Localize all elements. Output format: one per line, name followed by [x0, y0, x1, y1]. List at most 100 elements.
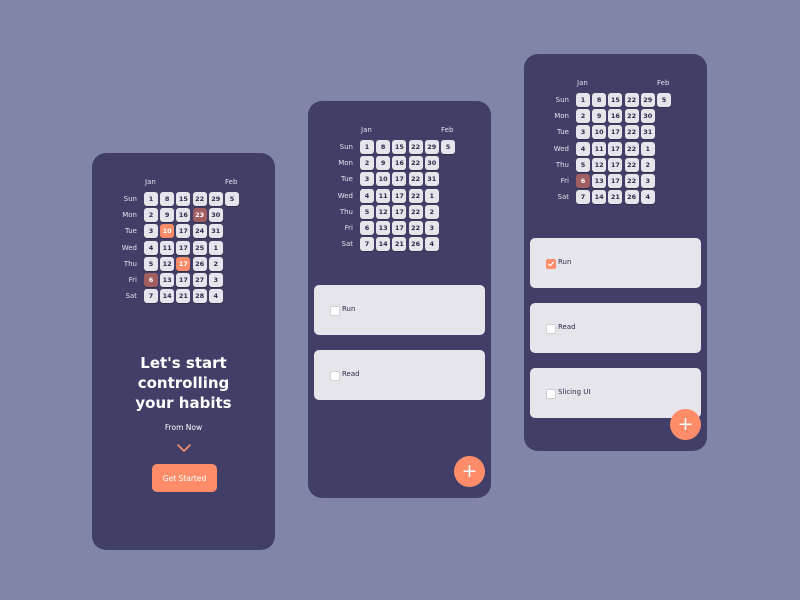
- calendar-day-cell[interactable]: 2: [576, 109, 590, 124]
- calendar-day-cell[interactable]: 5: [576, 157, 590, 172]
- calendar-day-cell[interactable]: 17: [176, 273, 191, 287]
- calendar-day-cell[interactable]: 4: [360, 188, 374, 203]
- calendar-day-cell[interactable]: 14: [160, 289, 175, 304]
- calendar-day-cell[interactable]: 3: [640, 174, 655, 188]
- calendar-day-cell[interactable]: 17: [608, 125, 623, 140]
- calendar-day-cell[interactable]: 13: [376, 221, 391, 235]
- calendar-day-cell[interactable]: 11: [160, 240, 175, 255]
- calendar-day-cell[interactable]: 3: [360, 172, 374, 187]
- calendar-day-cell[interactable]: 17: [392, 188, 407, 203]
- calendar-day-cell[interactable]: 13: [592, 174, 607, 188]
- calendar-day-cell[interactable]: 21: [176, 289, 191, 304]
- calendar-day-cell[interactable]: 17: [176, 240, 191, 255]
- calendar-day-cell[interactable]: 30: [640, 109, 655, 124]
- calendar-day-cell[interactable]: 22: [624, 93, 639, 107]
- calendar-day-cell[interactable]: 5: [144, 256, 158, 271]
- calendar-day-cell[interactable]: 31: [640, 125, 655, 140]
- calendar-day-cell[interactable]: 22: [624, 125, 639, 140]
- calendar-day-cell[interactable]: 2: [424, 204, 439, 219]
- calendar-day-cell[interactable]: 16: [608, 109, 623, 124]
- calendar-day-cell[interactable]: 1: [576, 93, 590, 107]
- calendar-day-cell[interactable]: 11: [376, 188, 391, 203]
- calendar-day-cell[interactable]: 7: [360, 237, 374, 252]
- calendar-day-cell[interactable]: 10: [592, 125, 607, 140]
- calendar-day-cell[interactable]: 3: [144, 224, 158, 239]
- calendar-day-cell[interactable]: 3: [576, 125, 590, 140]
- calendar-day-cell[interactable]: 4: [576, 141, 590, 156]
- calendar-day-cell[interactable]: 12: [160, 256, 175, 271]
- calendar-day-cell[interactable]: 15: [176, 192, 191, 206]
- calendar-day-cell[interactable]: 3: [208, 273, 223, 287]
- calendar-day-cell[interactable]: 26: [408, 237, 423, 252]
- calendar-day-cell[interactable]: 14: [592, 190, 607, 205]
- calendar-day-cell[interactable]: 22: [624, 157, 639, 172]
- calendar-day-cell[interactable]: 25: [192, 240, 207, 255]
- calendar-day-cell[interactable]: 22: [192, 192, 207, 206]
- calendar-day-cell[interactable]: 7: [576, 190, 590, 205]
- calendar-day-cell[interactable]: 28: [192, 289, 207, 304]
- habit-checkbox[interactable]: [546, 389, 556, 399]
- habit-card-read[interactable]: Read: [530, 303, 701, 353]
- calendar-day-cell[interactable]: 22: [624, 109, 639, 124]
- calendar-day-cell[interactable]: 27: [192, 273, 207, 287]
- calendar-day-cell[interactable]: 9: [160, 208, 175, 223]
- calendar-day-cell[interactable]: 2: [360, 156, 374, 171]
- calendar-day-cell[interactable]: 6: [576, 174, 590, 188]
- calendar-day-cell[interactable]: 29: [424, 140, 439, 154]
- add-habit-button[interactable]: +: [454, 456, 485, 487]
- calendar-day-cell[interactable]: 5: [225, 192, 239, 206]
- calendar-day-cell[interactable]: 14: [376, 237, 391, 252]
- calendar-day-cell[interactable]: 2: [640, 157, 655, 172]
- calendar-day-cell[interactable]: 15: [392, 140, 407, 154]
- calendar-day-cell[interactable]: 26: [624, 190, 639, 205]
- calendar-day-cell[interactable]: 1: [208, 240, 223, 255]
- calendar-day-cell[interactable]: 30: [208, 208, 223, 223]
- calendar-day-cell[interactable]: 5: [441, 140, 455, 154]
- calendar-day-cell[interactable]: 26: [192, 256, 207, 271]
- get-started-button[interactable]: Get Started: [152, 464, 217, 492]
- habit-card-run[interactable]: Run: [530, 238, 701, 288]
- calendar-day-cell[interactable]: 17: [392, 221, 407, 235]
- calendar-day-cell[interactable]: 15: [608, 93, 623, 107]
- calendar-day-cell[interactable]: 22: [408, 204, 423, 219]
- calendar-day-cell[interactable]: 5: [360, 204, 374, 219]
- calendar-day-cell[interactable]: 17: [608, 174, 623, 188]
- calendar-day-cell[interactable]: 6: [144, 273, 158, 287]
- calendar-day-cell[interactable]: 10: [160, 224, 175, 239]
- habit-checkbox[interactable]: [330, 371, 340, 381]
- calendar-day-cell[interactable]: 4: [640, 190, 655, 205]
- add-habit-button[interactable]: +: [670, 409, 701, 440]
- calendar-day-cell[interactable]: 23: [192, 208, 207, 223]
- habit-card-read[interactable]: Read: [314, 350, 485, 400]
- calendar-day-cell[interactable]: 12: [592, 157, 607, 172]
- calendar-day-cell[interactable]: 4: [424, 237, 439, 252]
- calendar-day-cell[interactable]: 4: [144, 240, 158, 255]
- calendar-day-cell[interactable]: 17: [608, 141, 623, 156]
- calendar-day-cell[interactable]: 5: [657, 93, 671, 107]
- calendar-day-cell[interactable]: 17: [392, 204, 407, 219]
- calendar-day-cell[interactable]: 22: [408, 156, 423, 171]
- calendar-day-cell[interactable]: 22: [408, 140, 423, 154]
- calendar-day-cell[interactable]: 31: [424, 172, 439, 187]
- calendar-day-cell[interactable]: 22: [624, 174, 639, 188]
- calendar-day-cell[interactable]: 1: [640, 141, 655, 156]
- calendar-day-cell[interactable]: 6: [360, 221, 374, 235]
- calendar-day-cell[interactable]: 22: [408, 221, 423, 235]
- habit-checkbox[interactable]: [546, 324, 556, 334]
- calendar-day-cell[interactable]: 22: [408, 172, 423, 187]
- calendar-day-cell[interactable]: 8: [376, 140, 391, 154]
- habit-checkbox[interactable]: [330, 306, 340, 316]
- calendar-day-cell[interactable]: 24: [192, 224, 207, 239]
- calendar-day-cell[interactable]: 2: [208, 256, 223, 271]
- calendar-day-cell[interactable]: 29: [208, 192, 223, 206]
- calendar-day-cell[interactable]: 17: [608, 157, 623, 172]
- habit-card-run[interactable]: Run: [314, 285, 485, 335]
- calendar-day-cell[interactable]: 16: [176, 208, 191, 223]
- calendar-day-cell[interactable]: 30: [424, 156, 439, 171]
- calendar-day-cell[interactable]: 1: [360, 140, 374, 154]
- calendar-day-cell[interactable]: 21: [608, 190, 623, 205]
- calendar-day-cell[interactable]: 8: [592, 93, 607, 107]
- calendar-day-cell[interactable]: 9: [592, 109, 607, 124]
- calendar-day-cell[interactable]: 7: [144, 289, 158, 304]
- calendar-day-cell[interactable]: 17: [176, 224, 191, 239]
